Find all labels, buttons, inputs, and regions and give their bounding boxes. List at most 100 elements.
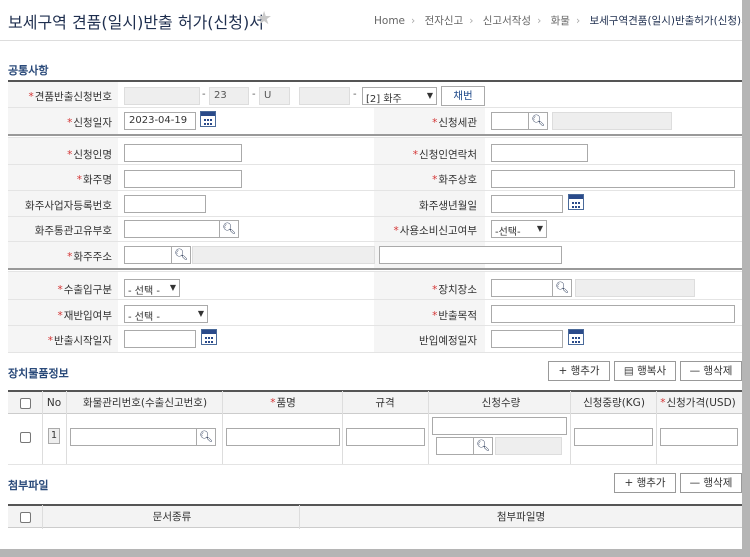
app-no-part4-input xyxy=(299,87,350,105)
search-icon[interactable]: 🔍︎ xyxy=(219,220,239,238)
reimport-select[interactable]: - 선택 - ▼ xyxy=(124,305,208,323)
search-icon[interactable]: 🔍︎ xyxy=(528,112,548,130)
breadcrumb-cargo[interactable]: 화물 xyxy=(551,15,570,27)
customs-name-field xyxy=(552,112,672,130)
app-date-label: *신청일자 xyxy=(67,117,112,129)
row-divider xyxy=(8,190,742,191)
app-no-type-select[interactable]: [2] 화주 ▼ xyxy=(362,87,437,105)
row-checkbox[interactable] xyxy=(20,432,31,443)
search-icon[interactable]: 🔍︎ xyxy=(196,428,216,446)
breadcrumb-electronic-report[interactable]: 전자신고 xyxy=(425,15,464,27)
column-file-name: 첨부파일명 xyxy=(496,511,546,523)
goods-table-header: No 화물관리번호(수출신고번호) *품명 규격 신청수량 신청중량(KG) *… xyxy=(8,390,742,414)
import-export-select[interactable]: - 선택 - ▼ xyxy=(124,279,180,297)
import-export-label: *수출입구분 xyxy=(57,284,112,296)
return-date-label: 반입예정일자 xyxy=(419,335,477,347)
app-date-input[interactable]: 2023-04-19 xyxy=(124,112,196,130)
copy-icon: ▤ xyxy=(623,365,638,377)
col-divider xyxy=(42,505,43,529)
row-divider xyxy=(8,137,742,138)
spec-input[interactable] xyxy=(346,428,425,446)
header-divider xyxy=(0,40,742,41)
section-title-common: 공통사항 xyxy=(8,64,49,77)
use-consumption-select[interactable]: -선택- ▼ xyxy=(491,220,547,238)
section-title-goods: 장치물품정보 xyxy=(8,367,69,380)
attach-select-all-checkbox[interactable] xyxy=(20,512,31,523)
calendar-icon[interactable] xyxy=(200,111,216,127)
purpose-input[interactable] xyxy=(491,305,735,323)
reimport-label: *재반입여부 xyxy=(57,310,112,322)
col-divider xyxy=(428,391,429,464)
attach-add-row-button[interactable]: + 행추가 xyxy=(614,473,676,493)
start-date-input[interactable] xyxy=(124,330,196,348)
row-divider xyxy=(8,271,742,272)
owner-bizno-input[interactable] xyxy=(124,195,206,213)
use-consumption-label: *사용소비신고여부 xyxy=(393,225,477,237)
select-all-checkbox[interactable] xyxy=(20,398,31,409)
section-title-attach: 첨부파일 xyxy=(8,479,49,492)
row-divider xyxy=(8,241,742,242)
applicant-name-label: *신청인명 xyxy=(67,149,112,161)
breadcrumb-report-writing[interactable]: 신고서작성 xyxy=(483,15,531,27)
row-divider xyxy=(8,299,742,300)
breadcrumb-current: 보세구역견품(일시)반출허가(신청)서 xyxy=(589,15,742,27)
add-row-button[interactable]: + 행추가 xyxy=(548,361,610,381)
purpose-label: *반출목적 xyxy=(432,310,477,322)
applicant-contact-input[interactable] xyxy=(491,144,588,162)
calendar-icon[interactable] xyxy=(568,329,584,345)
item-name-input[interactable] xyxy=(226,428,340,446)
owner-name-label: *화주명 xyxy=(76,174,112,186)
weight-input[interactable] xyxy=(574,428,653,446)
customs-code-input[interactable] xyxy=(491,112,529,130)
owner-company-input[interactable] xyxy=(491,170,735,188)
column-price: *신청가격(USD) xyxy=(660,397,736,409)
owner-customs-code-label: 화주통관고유부호 xyxy=(34,225,112,237)
storage-name-field xyxy=(575,279,695,297)
search-icon[interactable]: 🔍︎ xyxy=(552,279,572,297)
search-icon[interactable]: 🔍︎ xyxy=(171,246,191,264)
owner-company-label: *화주상호 xyxy=(432,174,477,186)
assign-number-button[interactable]: 채번 xyxy=(441,86,485,106)
group-divider xyxy=(8,268,742,270)
owner-address-detail-input[interactable] xyxy=(379,246,562,264)
app-no-part2-input: 23 xyxy=(209,87,249,105)
delete-row-button[interactable]: — 행삭제 xyxy=(680,361,742,381)
col-divider xyxy=(342,391,343,464)
app-window: 보세구역 견품(일시)반출 허가(신청)서 ★ Home › 전자신고 › 신고서작… xyxy=(0,0,742,549)
dash: - xyxy=(202,89,206,100)
col-divider xyxy=(42,391,43,464)
attach-delete-row-button[interactable]: — 행삭제 xyxy=(680,473,742,493)
return-date-input[interactable] xyxy=(491,330,563,348)
cargo-no-input[interactable] xyxy=(70,428,197,446)
storage-label: *장치장소 xyxy=(432,284,477,296)
storage-code-input[interactable] xyxy=(491,279,553,297)
row-divider xyxy=(8,164,742,165)
app-no-label: *견품반출신청번호 xyxy=(28,91,112,103)
owner-birth-input[interactable] xyxy=(491,195,563,213)
favorite-star-icon[interactable]: ★ xyxy=(256,8,272,29)
app-no-part3-input: U xyxy=(259,87,290,105)
calendar-icon[interactable] xyxy=(201,329,217,345)
owner-zipcode-input[interactable] xyxy=(124,246,172,264)
col-divider xyxy=(656,391,657,464)
qty-unit-input[interactable] xyxy=(436,437,474,455)
price-input[interactable] xyxy=(660,428,738,446)
copy-row-button[interactable]: ▤ 행복사 xyxy=(614,361,676,381)
row-divider xyxy=(8,352,742,353)
customs-label: *신청세관 xyxy=(432,117,477,129)
app-no-part1-input xyxy=(124,87,200,105)
owner-name-input[interactable] xyxy=(124,170,242,188)
search-icon[interactable]: 🔍︎ xyxy=(473,437,493,455)
column-doc-type: 문서종류 xyxy=(152,511,192,523)
column-weight: 신청중량(KG) xyxy=(583,397,645,409)
applicant-name-input[interactable] xyxy=(124,144,242,162)
column-qty: 신청수량 xyxy=(481,397,521,409)
calendar-icon[interactable] xyxy=(568,194,584,210)
owner-address-field xyxy=(192,246,375,264)
owner-customs-code-input[interactable] xyxy=(124,220,220,238)
col-divider xyxy=(66,391,67,464)
qty-input[interactable] xyxy=(432,417,567,435)
owner-bizno-label: 화주사업자등록번호 xyxy=(25,200,112,212)
col-divider xyxy=(570,391,571,464)
breadcrumb-home[interactable]: Home xyxy=(374,15,405,27)
